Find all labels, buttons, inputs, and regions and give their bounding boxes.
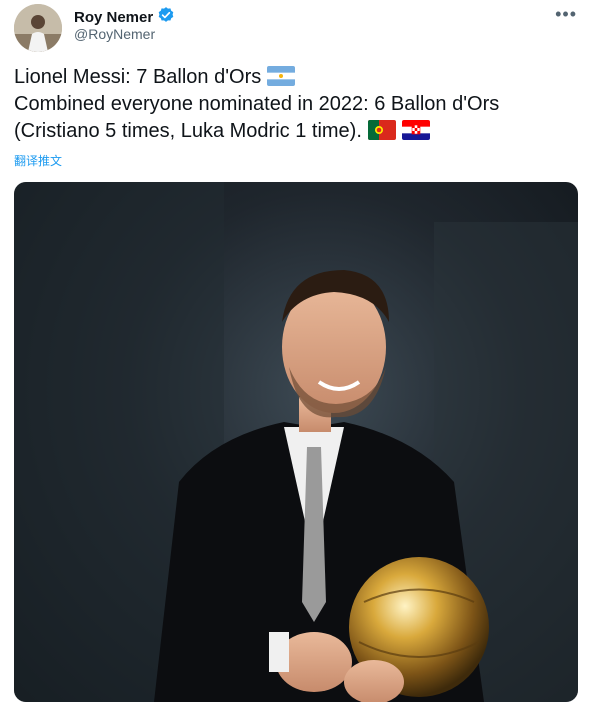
croatia-flag-icon [401, 120, 430, 140]
argentina-flag-icon [267, 66, 296, 86]
portugal-flag-icon [367, 120, 396, 140]
more-options-icon[interactable]: ••• [555, 4, 577, 25]
tweet-line-1: Lionel Messi: 7 Ballon d'Ors [14, 66, 262, 88]
tweet-line-2: Combined everyone nominated in 2022: 6 B… [14, 93, 500, 115]
tweet-photo[interactable] [14, 182, 578, 702]
verified-badge-icon [157, 6, 175, 29]
avatar[interactable] [14, 4, 62, 52]
translate-tweet-link[interactable]: 翻译推文 [14, 152, 62, 169]
tweet-line-3: (Cristiano 5 times, Luka Modric 1 time). [14, 120, 362, 142]
tweet-text: Lionel Messi: 7 Ballon d'Ors Combined ev… [14, 64, 579, 145]
author-handle[interactable]: @RoyNemer [74, 26, 155, 42]
display-name[interactable]: Roy Nemer [74, 9, 153, 26]
